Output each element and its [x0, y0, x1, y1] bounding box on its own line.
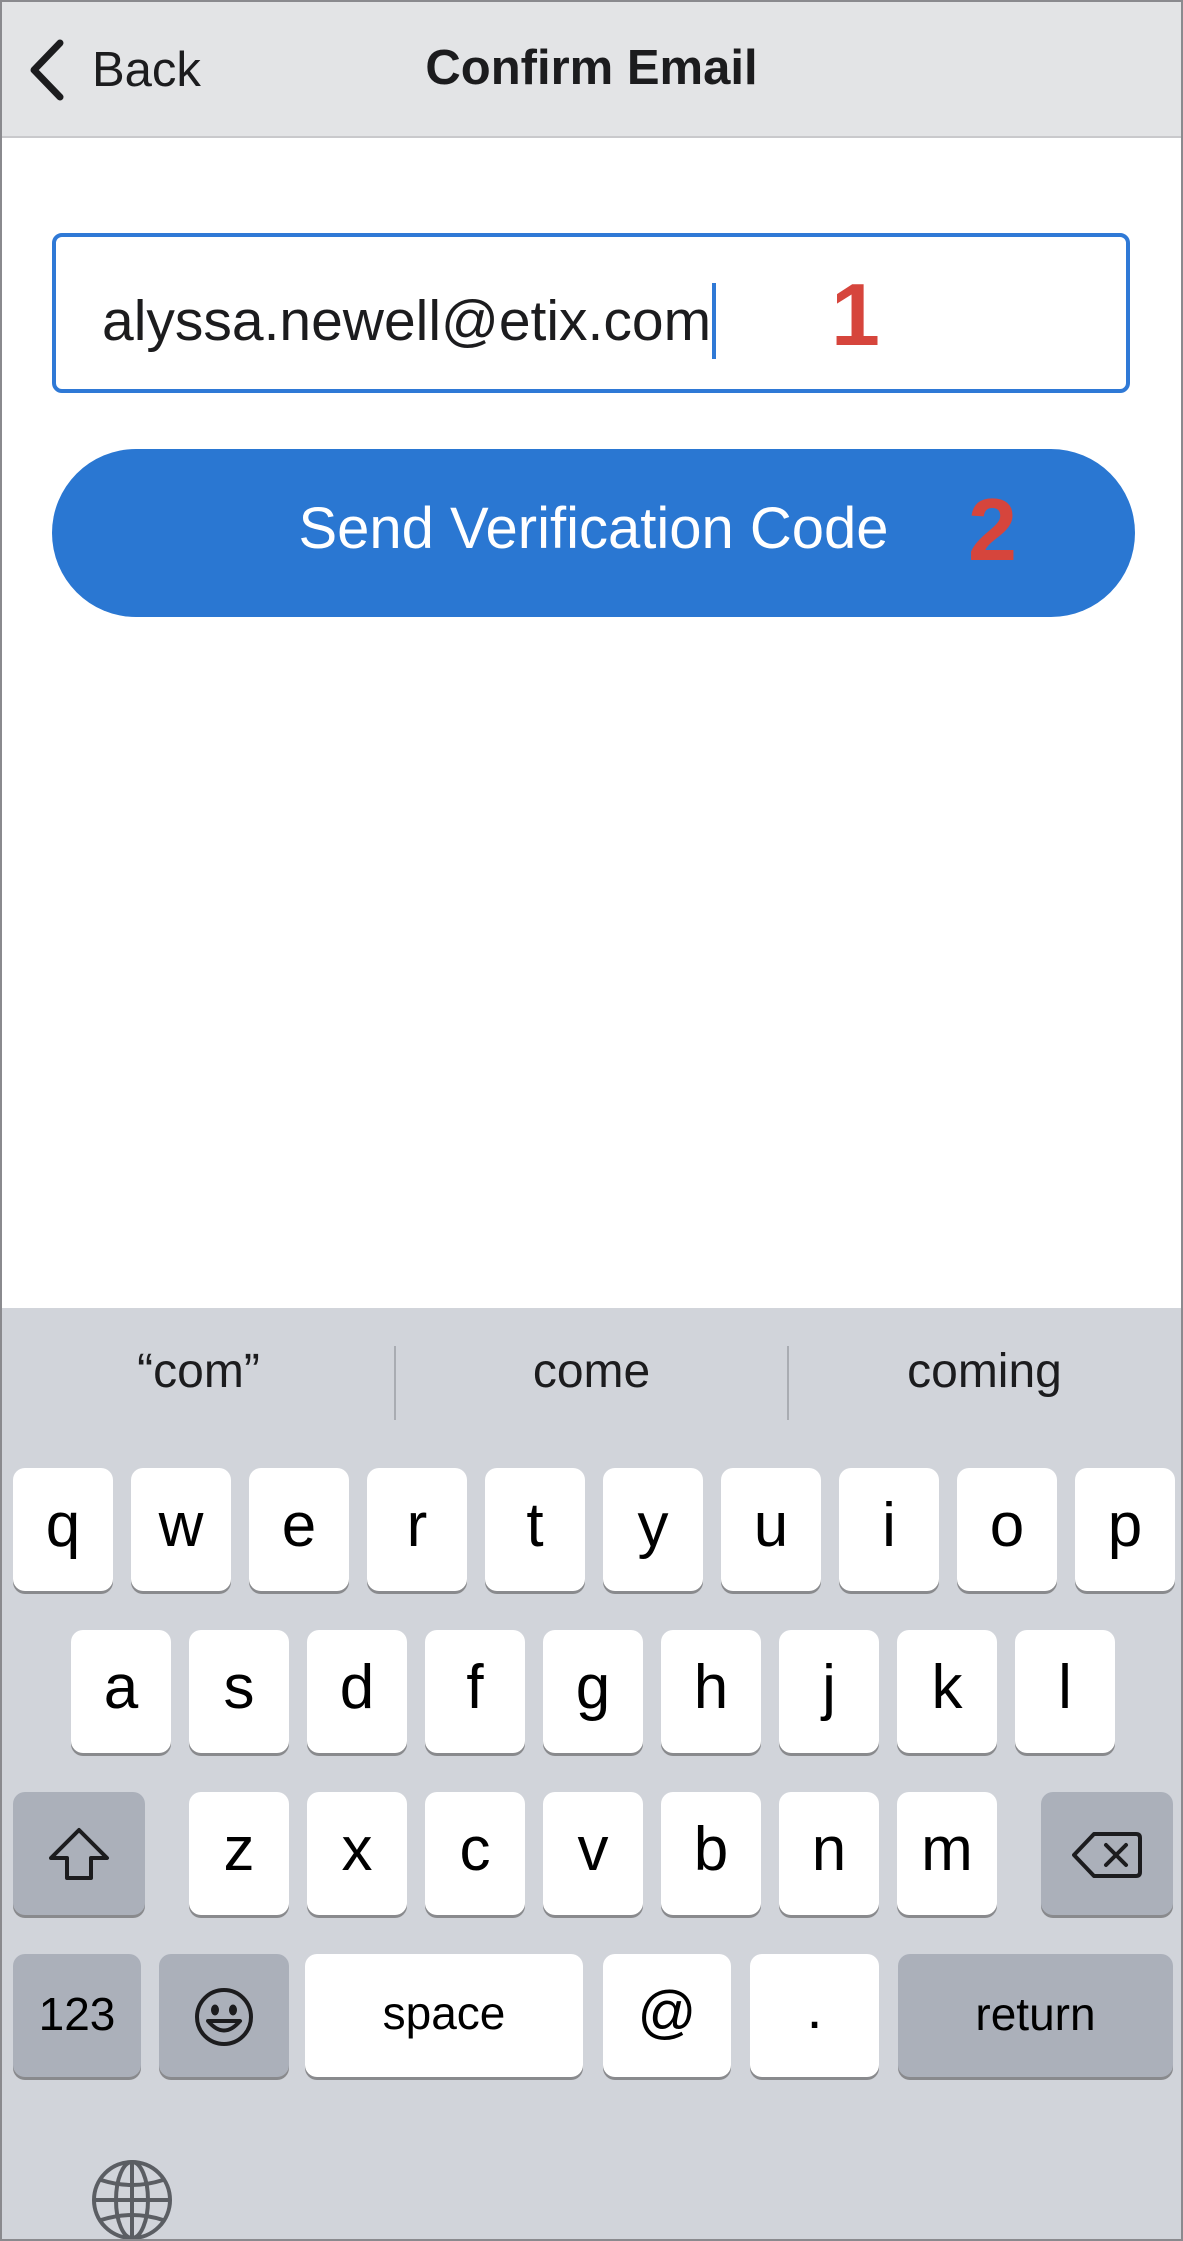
page-title: Confirm Email: [425, 41, 758, 95]
app-screen: Back Confirm Email alyssa.newell@etix.co…: [0, 0, 1183, 2241]
key-m[interactable]: m: [897, 1792, 997, 1915]
step-marker-1: 1: [831, 265, 880, 364]
key-s[interactable]: s: [189, 1630, 289, 1753]
key-n[interactable]: n: [779, 1792, 879, 1915]
at-key[interactable]: @: [603, 1954, 731, 2077]
key-f[interactable]: f: [425, 1630, 525, 1753]
navigation-bar: Back Confirm Email: [2, 2, 1181, 138]
backspace-icon: [1072, 1832, 1142, 1878]
return-key[interactable]: return: [898, 1954, 1173, 2077]
key-k[interactable]: k: [897, 1630, 997, 1753]
key-x[interactable]: x: [307, 1792, 407, 1915]
globe-icon: [92, 2160, 172, 2239]
suggestion-bar: “com” come coming: [2, 1308, 1181, 1458]
suggestion-item[interactable]: come: [395, 1344, 788, 1399]
emoji-key[interactable]: [159, 1954, 289, 2077]
email-field-value: alyssa.newell@etix.com: [102, 289, 712, 353]
key-v[interactable]: v: [543, 1792, 643, 1915]
shift-key[interactable]: [13, 1792, 145, 1915]
suggestion-item[interactable]: “com”: [2, 1344, 395, 1399]
shift-icon: [49, 1828, 109, 1880]
key-t[interactable]: t: [485, 1468, 585, 1591]
text-caret: [712, 283, 717, 359]
period-key[interactable]: .: [750, 1954, 879, 2077]
emoji-icon: [195, 1988, 253, 2046]
key-c[interactable]: c: [425, 1792, 525, 1915]
key-q[interactable]: q: [13, 1468, 113, 1591]
key-a[interactable]: a: [71, 1630, 171, 1753]
suggestion-item[interactable]: coming: [788, 1344, 1181, 1399]
key-u[interactable]: u: [721, 1468, 821, 1591]
key-i[interactable]: i: [839, 1468, 939, 1591]
key-o[interactable]: o: [957, 1468, 1057, 1591]
step-marker-2: 2: [968, 480, 1017, 579]
key-p[interactable]: p: [1075, 1468, 1175, 1591]
space-key[interactable]: space: [305, 1954, 583, 2077]
key-y[interactable]: y: [603, 1468, 703, 1591]
on-screen-keyboard: “com” come coming q w e r t y u i o p a …: [2, 1308, 1181, 2239]
email-field-value-wrap: alyssa.newell@etix.com: [102, 283, 717, 359]
key-l[interactable]: l: [1015, 1630, 1115, 1753]
email-field[interactable]: alyssa.newell@etix.com: [52, 233, 1130, 393]
backspace-key[interactable]: [1041, 1792, 1173, 1915]
numbers-key[interactable]: 123: [13, 1954, 141, 2077]
key-w[interactable]: w: [131, 1468, 231, 1591]
key-e[interactable]: e: [249, 1468, 349, 1591]
key-r[interactable]: r: [367, 1468, 467, 1591]
key-g[interactable]: g: [543, 1630, 643, 1753]
key-z[interactable]: z: [189, 1792, 289, 1915]
key-d[interactable]: d: [307, 1630, 407, 1753]
globe-button[interactable]: [90, 2158, 174, 2239]
key-j[interactable]: j: [779, 1630, 879, 1753]
key-h[interactable]: h: [661, 1630, 761, 1753]
key-b[interactable]: b: [661, 1792, 761, 1915]
